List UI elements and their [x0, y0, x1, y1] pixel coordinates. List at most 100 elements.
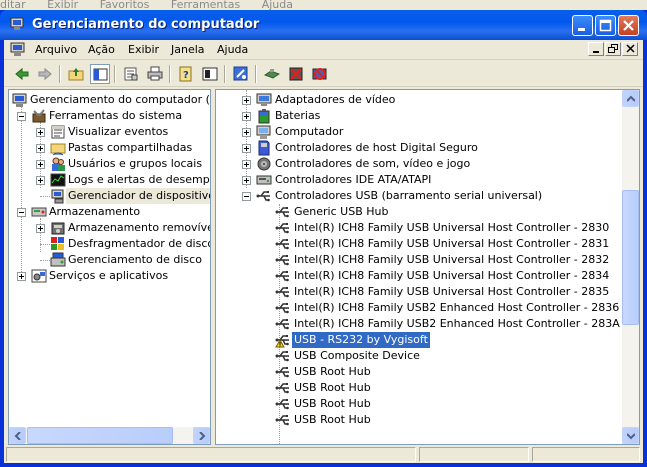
tree-node[interactable]: Armazenamento removível: [9, 220, 210, 236]
console-button[interactable]: [200, 64, 220, 84]
usb-icon: [275, 271, 289, 282]
scroll-thumb[interactable]: [27, 427, 173, 444]
scroll-right-button[interactable]: [193, 427, 210, 444]
device-item[interactable]: Intel(R) ICH8 Family USB Universal Host …: [216, 252, 621, 268]
expand-toggle[interactable]: [242, 176, 251, 185]
tree-node[interactable]: Desfragmentador de disco: [9, 236, 211, 252]
device-item[interactable]: USB Root Hub: [216, 364, 621, 380]
tree-node[interactable]: Gerenciamento do computador (loca: [9, 92, 210, 108]
svg-text:?: ?: [183, 70, 189, 81]
uninstall-button[interactable]: [286, 64, 306, 84]
horizontal-scrollbar[interactable]: [9, 427, 210, 444]
restore-icon: [608, 44, 618, 53]
status-panel-main: [6, 447, 416, 462]
title-bar[interactable]: Gerenciamento do computador: [0, 10, 647, 40]
minimize-button[interactable]: [572, 15, 593, 36]
child-close-button[interactable]: [622, 42, 638, 56]
tree-node[interactable]: Armazenamento: [9, 204, 209, 220]
device-item-label: Intel(R) ICH8 Family USB Universal Host …: [294, 269, 610, 282]
collapse-toggle[interactable]: [17, 112, 26, 121]
menu-exibir[interactable]: Exibir: [128, 43, 159, 56]
device-item[interactable]: USB Root Hub: [216, 412, 621, 428]
expand-toggle[interactable]: [36, 144, 45, 153]
tree-node[interactable]: Ferramentas do sistema: [9, 108, 209, 124]
collapse-toggle[interactable]: [242, 192, 251, 201]
expand-toggle[interactable]: [242, 144, 251, 153]
toolbar-separator: [255, 65, 257, 83]
expand-toggle[interactable]: [36, 176, 45, 185]
show-hide-tree-button[interactable]: [90, 64, 110, 84]
expand-toggle[interactable]: [242, 160, 251, 169]
tree-node-label: Visualizar eventos: [68, 125, 169, 138]
menu-arquivo[interactable]: Arquivo: [35, 43, 77, 56]
device-category[interactable]: Controladores USB (barramento serial uni…: [216, 188, 621, 204]
tree-node[interactable]: Visualizar eventos: [9, 124, 209, 140]
device-category[interactable]: Computador: [216, 124, 621, 140]
device-category[interactable]: Controladores de host Digital Seguro: [216, 140, 621, 156]
expand-toggle[interactable]: [36, 224, 45, 233]
tree-node[interactable]: Serviços e aplicativos: [9, 268, 209, 284]
device-item[interactable]: Intel(R) ICH8 Family USB Universal Host …: [216, 236, 621, 252]
help-button[interactable]: ?: [176, 64, 196, 84]
console-tree-pane[interactable]: Gerenciamento do computador (loca Ferram…: [8, 89, 211, 445]
disable-button[interactable]: [310, 64, 330, 84]
device-category[interactable]: Adaptadores de vídeo: [216, 92, 621, 108]
computer-management-window: Gerenciamento do computador Arquivo Ação…: [0, 10, 647, 467]
child-restore-button[interactable]: [605, 42, 621, 56]
menu-acao[interactable]: Ação: [88, 43, 115, 56]
console-menu-icon[interactable]: [10, 42, 26, 57]
expand-toggle[interactable]: [36, 128, 45, 137]
usb-icon: [275, 383, 289, 394]
properties-button[interactable]: [121, 64, 141, 84]
vertical-scrollbar[interactable]: [622, 90, 639, 444]
device-category[interactable]: Controladores de som, vídeo e jogo: [216, 156, 621, 172]
device-item[interactable]: Intel(R) ICH8 Family USB Universal Host …: [216, 220, 621, 236]
scroll-up-button[interactable]: [622, 90, 639, 107]
scroll-thumb[interactable]: [622, 190, 639, 325]
usb-icon: [275, 399, 289, 410]
device-item[interactable]: Intel(R) ICH8 Family USB2 Enhanced Host …: [216, 316, 621, 332]
device-category[interactable]: Baterias: [216, 108, 621, 124]
expand-toggle[interactable]: [242, 96, 251, 105]
tree-node-label: Desfragmentador de disco: [68, 237, 211, 250]
device-item[interactable]: USB Composite Device: [216, 348, 621, 364]
window-client-area: Arquivo Ação Exibir Janela Ajuda ? Geren…: [4, 40, 643, 463]
expand-toggle[interactable]: [36, 160, 45, 169]
expand-toggle[interactable]: [242, 128, 251, 137]
scroll-down-button[interactable]: [622, 427, 639, 444]
forward-button[interactable]: [35, 64, 55, 84]
close-button[interactable]: [618, 15, 639, 36]
child-minimize-button[interactable]: [588, 42, 604, 56]
device-item-selected[interactable]: USB - RS232 by Vygisoft: [216, 331, 621, 349]
tree-node[interactable]: Pastas compartilhadas: [9, 140, 209, 156]
device-tree-pane[interactable]: Adaptadores de vídeo Baterias Computador…: [215, 89, 640, 445]
device-item[interactable]: Intel(R) ICH8 Family USB Universal Host …: [216, 284, 621, 300]
up-button[interactable]: [66, 64, 86, 84]
update-driver-button[interactable]: [262, 64, 282, 84]
tree-node[interactable]: Gerenciamento de disco: [9, 252, 209, 268]
menu-ajuda[interactable]: Ajuda: [217, 43, 248, 56]
maximize-button[interactable]: [595, 15, 616, 36]
device-item[interactable]: USB Root Hub: [216, 396, 621, 412]
back-button[interactable]: [12, 64, 32, 84]
device-category[interactable]: Controladores IDE ATA/ATAPI: [216, 172, 621, 188]
scroll-left-button[interactable]: [9, 427, 26, 444]
device-item[interactable]: Generic USB Hub: [216, 204, 621, 220]
tree-node[interactable]: Usuários e grupos locais: [9, 156, 209, 172]
device-item-label: Intel(R) ICH8 Family USB2 Enhanced Host …: [294, 301, 620, 314]
device-item-label: Intel(R) ICH8 Family USB2 Enhanced Host …: [294, 317, 620, 330]
device-item[interactable]: USB Root Hub: [216, 380, 621, 396]
status-bar: [4, 445, 643, 463]
tree-node[interactable]: Logs e alertas de desempen: [9, 172, 210, 188]
expand-toggle[interactable]: [242, 112, 251, 121]
print-button[interactable]: [145, 64, 165, 84]
menu-janela[interactable]: Janela: [171, 43, 205, 56]
device-item[interactable]: Intel(R) ICH8 Family USB2 Enhanced Host …: [216, 300, 621, 316]
collapse-toggle[interactable]: [17, 208, 26, 217]
expand-toggle[interactable]: [17, 272, 26, 281]
scan-hardware-button[interactable]: [231, 64, 251, 84]
device-category-label: Controladores USB (barramento serial uni…: [275, 189, 543, 202]
sound-icon: [257, 157, 271, 171]
tree-node-selected[interactable]: Gerenciador de dispositivos: [9, 188, 210, 204]
device-item[interactable]: Intel(R) ICH8 Family USB Universal Host …: [216, 268, 621, 284]
